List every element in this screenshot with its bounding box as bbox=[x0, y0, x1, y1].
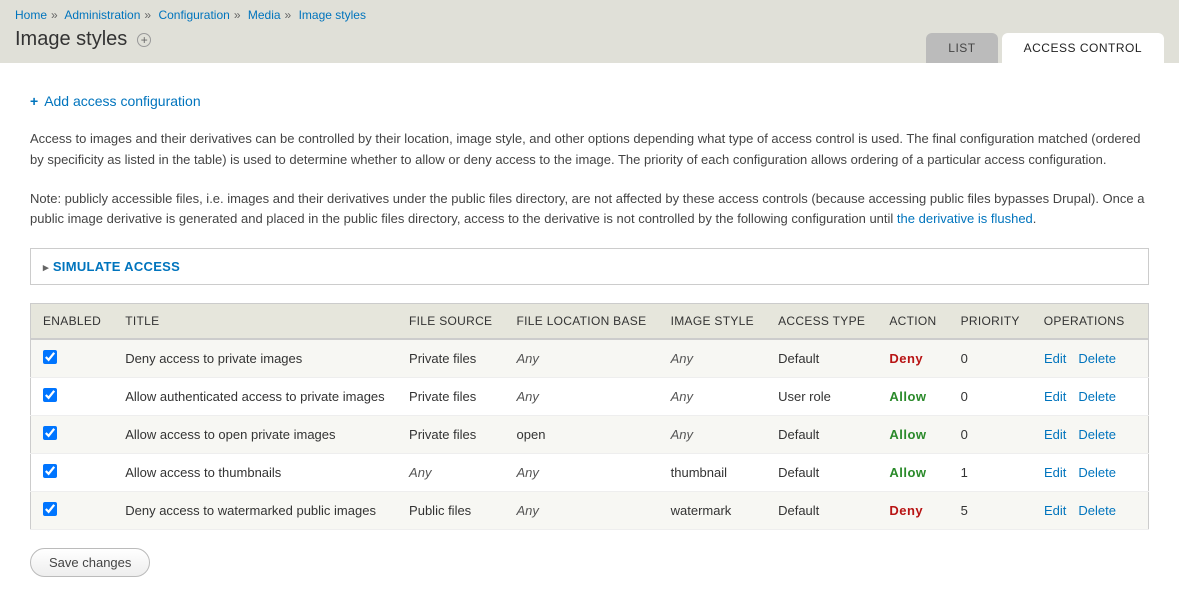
table-row: Allow access to open private imagesPriva… bbox=[31, 416, 1149, 454]
col-file-source: FILE SOURCE bbox=[397, 304, 504, 340]
cell-file-source: Private files bbox=[397, 416, 504, 454]
breadcrumb: Home» Administration» Configuration» Med… bbox=[15, 8, 1164, 28]
edit-link[interactable]: Edit bbox=[1044, 465, 1066, 480]
enabled-checkbox[interactable] bbox=[43, 388, 57, 402]
breadcrumb-configuration[interactable]: Configuration bbox=[158, 8, 229, 22]
cell-action: Allow bbox=[877, 378, 948, 416]
cell-file-location: Any bbox=[505, 378, 659, 416]
table-row: Allow access to thumbnailsAnyAnythumbnai… bbox=[31, 454, 1149, 492]
cell-action: Deny bbox=[877, 339, 948, 378]
cell-operations: Edit Delete bbox=[1032, 492, 1149, 530]
col-action: ACTION bbox=[877, 304, 948, 340]
tabs: List Access control bbox=[922, 33, 1164, 63]
delete-link[interactable]: Delete bbox=[1078, 465, 1116, 480]
cell-priority: 0 bbox=[949, 339, 1032, 378]
description-2: Note: publicly accessible files, i.e. im… bbox=[30, 189, 1149, 231]
enabled-checkbox[interactable] bbox=[43, 426, 57, 440]
cell-image-style: Any bbox=[659, 339, 766, 378]
cell-image-style: thumbnail bbox=[659, 454, 766, 492]
edit-link[interactable]: Edit bbox=[1044, 503, 1066, 518]
cell-title: Deny access to watermarked public images bbox=[113, 492, 397, 530]
cell-file-location: Any bbox=[505, 339, 659, 378]
cell-action: Deny bbox=[877, 492, 948, 530]
delete-link[interactable]: Delete bbox=[1078, 351, 1116, 366]
save-changes-button[interactable]: Save changes bbox=[30, 548, 150, 577]
edit-link[interactable]: Edit bbox=[1044, 351, 1066, 366]
header-region: Home» Administration» Configuration» Med… bbox=[0, 0, 1179, 63]
cell-access-type: Default bbox=[766, 454, 877, 492]
cell-file-location: Any bbox=[505, 492, 659, 530]
breadcrumb-media[interactable]: Media bbox=[248, 8, 281, 22]
col-access-type: ACCESS TYPE bbox=[766, 304, 877, 340]
table-row: Deny access to private imagesPrivate fil… bbox=[31, 339, 1149, 378]
delete-link[interactable]: Delete bbox=[1078, 503, 1116, 518]
access-config-table: ENABLED TITLE FILE SOURCE FILE LOCATION … bbox=[30, 303, 1149, 530]
cell-file-location: open bbox=[505, 416, 659, 454]
delete-link[interactable]: Delete bbox=[1078, 389, 1116, 404]
description-1: Access to images and their derivatives c… bbox=[30, 129, 1149, 171]
page-title: Image styles bbox=[15, 28, 127, 51]
col-title: TITLE bbox=[113, 304, 397, 340]
col-enabled: ENABLED bbox=[31, 304, 114, 340]
cell-file-source: Public files bbox=[397, 492, 504, 530]
cell-action: Allow bbox=[877, 416, 948, 454]
enabled-checkbox[interactable] bbox=[43, 464, 57, 478]
tab-list[interactable]: List bbox=[926, 33, 997, 63]
edit-link[interactable]: Edit bbox=[1044, 427, 1066, 442]
table-row: Deny access to watermarked public images… bbox=[31, 492, 1149, 530]
cell-access-type: User role bbox=[766, 378, 877, 416]
cell-access-type: Default bbox=[766, 339, 877, 378]
tab-access-control[interactable]: Access control bbox=[1002, 33, 1164, 63]
cell-title: Deny access to private images bbox=[113, 339, 397, 378]
cell-file-location: Any bbox=[505, 454, 659, 492]
cell-operations: Edit Delete bbox=[1032, 339, 1149, 378]
cell-operations: Edit Delete bbox=[1032, 416, 1149, 454]
cell-priority: 0 bbox=[949, 378, 1032, 416]
cell-file-source: Any bbox=[397, 454, 504, 492]
fieldset-title: SIMULATE ACCESS bbox=[53, 259, 180, 274]
col-file-location: FILE LOCATION BASE bbox=[505, 304, 659, 340]
cell-operations: Edit Delete bbox=[1032, 378, 1149, 416]
cell-title: Allow authenticated access to private im… bbox=[113, 378, 397, 416]
simulate-access-fieldset[interactable]: ▸ SIMULATE ACCESS bbox=[30, 248, 1149, 285]
cell-file-source: Private files bbox=[397, 378, 504, 416]
cell-access-type: Default bbox=[766, 416, 877, 454]
action-links: +Add access configuration bbox=[30, 93, 1149, 109]
col-image-style: IMAGE STYLE bbox=[659, 304, 766, 340]
cell-image-style: watermark bbox=[659, 492, 766, 530]
cell-operations: Edit Delete bbox=[1032, 454, 1149, 492]
plus-icon: + bbox=[30, 93, 38, 109]
breadcrumb-administration[interactable]: Administration bbox=[64, 8, 140, 22]
enabled-checkbox[interactable] bbox=[43, 350, 57, 364]
cell-priority: 0 bbox=[949, 416, 1032, 454]
breadcrumb-image-styles[interactable]: Image styles bbox=[299, 8, 366, 22]
cell-title: Allow access to thumbnails bbox=[113, 454, 397, 492]
cell-image-style: Any bbox=[659, 416, 766, 454]
table-row: Allow authenticated access to private im… bbox=[31, 378, 1149, 416]
enabled-checkbox[interactable] bbox=[43, 502, 57, 516]
derivative-flushed-link[interactable]: the derivative is flushed bbox=[897, 211, 1033, 226]
cell-title: Allow access to open private images bbox=[113, 416, 397, 454]
add-icon[interactable]: + bbox=[137, 33, 151, 47]
col-priority: PRIORITY bbox=[949, 304, 1032, 340]
content-region: +Add access configuration Access to imag… bbox=[0, 63, 1179, 597]
cell-priority: 5 bbox=[949, 492, 1032, 530]
add-access-configuration-link[interactable]: +Add access configuration bbox=[30, 93, 201, 109]
cell-access-type: Default bbox=[766, 492, 877, 530]
col-operations: OPERATIONS bbox=[1032, 304, 1149, 340]
breadcrumb-home[interactable]: Home bbox=[15, 8, 47, 22]
collapse-arrow-icon: ▸ bbox=[43, 262, 49, 274]
edit-link[interactable]: Edit bbox=[1044, 389, 1066, 404]
delete-link[interactable]: Delete bbox=[1078, 427, 1116, 442]
cell-priority: 1 bbox=[949, 454, 1032, 492]
cell-image-style: Any bbox=[659, 378, 766, 416]
cell-action: Allow bbox=[877, 454, 948, 492]
cell-file-source: Private files bbox=[397, 339, 504, 378]
